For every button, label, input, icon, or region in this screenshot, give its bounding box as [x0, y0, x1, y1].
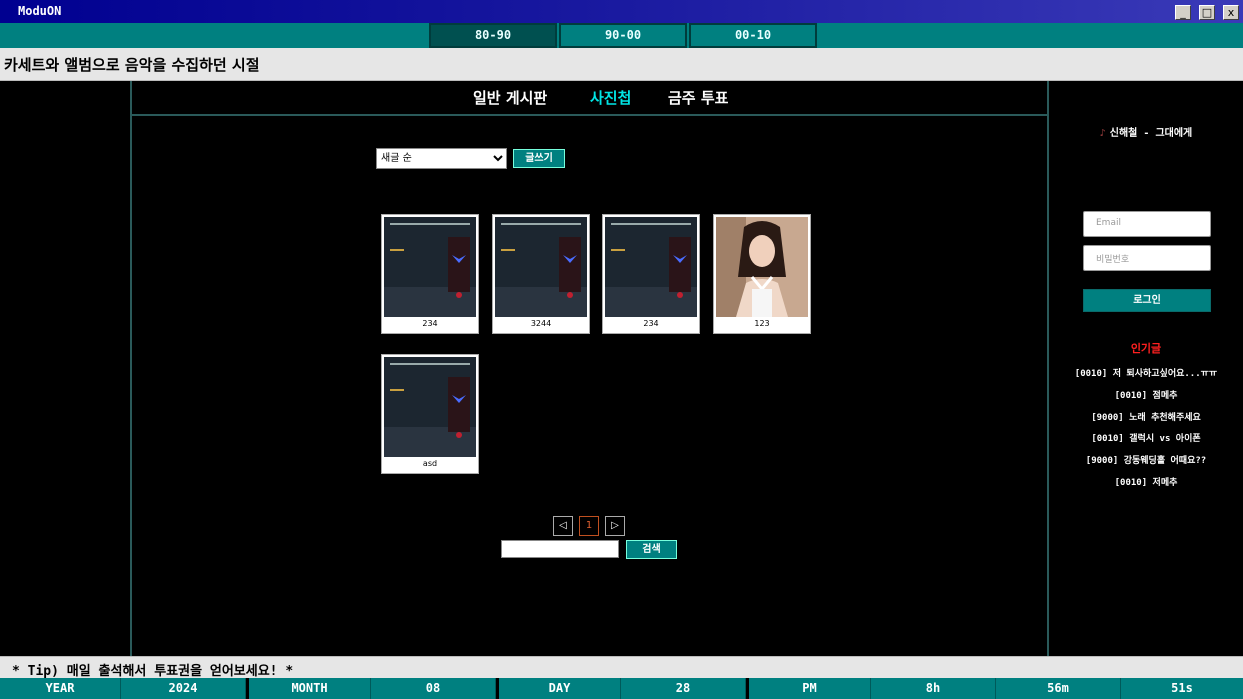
photo-caption: 234 [643, 319, 659, 328]
write-button[interactable]: 글쓰기 [513, 149, 565, 168]
main-content: 일반 게시판 사진첩 금주 투표 새글 순 글쓰기 234 3244 234 1… [130, 81, 1049, 656]
photo-card[interactable]: 3244 [492, 214, 590, 334]
photo-caption: 123 [754, 319, 770, 328]
minute-value: 56m [996, 678, 1121, 699]
window-title: ModuON [18, 4, 62, 18]
year-value: 2024 [121, 678, 246, 699]
popular-post-link[interactable]: [9000] 강동웨딩홀 어때요?? [1049, 453, 1243, 466]
now-playing: ♪ 신해철 - 그대에게 [1049, 124, 1243, 139]
day-label: DAY [499, 678, 621, 699]
window-title-bar: ModuON _ □ x [0, 0, 1243, 23]
now-playing-text: 신해철 - 그대에게 [1109, 128, 1193, 139]
board-nav: 일반 게시판 사진첩 금주 투표 [132, 81, 1047, 116]
search-button[interactable]: 검색 [626, 540, 677, 559]
email-field[interactable]: Email [1083, 211, 1211, 237]
month-label: MONTH [249, 678, 371, 699]
thumbnail-portrait-photo [716, 217, 808, 317]
thumbnail-game-screenshot [384, 217, 476, 317]
sort-select[interactable]: 새글 순 [376, 148, 507, 169]
close-button[interactable]: x [1223, 5, 1239, 20]
era-tab-bar: 80-90 90-00 00-10 [0, 23, 1243, 48]
thumbnail-game-screenshot [495, 217, 587, 317]
second-value: 51s [1171, 681, 1193, 695]
nav-general-board[interactable]: 일반 게시판 [473, 87, 547, 108]
maximize-button[interactable]: □ [1199, 5, 1215, 20]
page-subtitle: 카세트와 앨범으로 음악을 수집하던 시절 [4, 56, 260, 74]
popular-posts-title: 인기글 [1130, 342, 1162, 355]
subtitle-bar: 카세트와 앨범으로 음악을 수집하던 시절 [0, 48, 1243, 81]
photo-card[interactable]: 234 [381, 214, 479, 334]
music-note-icon: ♪ [1099, 128, 1106, 139]
tab-era-90-00[interactable]: 90-00 [559, 23, 687, 48]
photo-caption: asd [422, 459, 438, 468]
popular-post-link[interactable]: [0010] 저메추 [1049, 475, 1243, 488]
nav-weekly-vote[interactable]: 금주 투표 [668, 87, 728, 108]
thumbnail-game-screenshot [384, 357, 476, 457]
nav-photo-album[interactable]: 사진첩 [590, 87, 631, 108]
page-number-current[interactable]: 1 [579, 516, 599, 536]
popular-post-link[interactable]: [0010] 갤럭시 vs 아이폰 [1049, 431, 1243, 444]
day-value: 28 [621, 678, 746, 699]
tab-era-80-90[interactable]: 80-90 [429, 23, 557, 48]
ampm-value: PM [749, 678, 871, 699]
popular-post-link[interactable]: [0010] 점메추 [1049, 388, 1243, 401]
tip-text: * Tip) 매일 출석해서 투표권을 얻어보세요! * [12, 664, 294, 679]
minimize-button[interactable]: _ [1175, 5, 1191, 20]
search-input[interactable] [501, 540, 619, 558]
left-column [0, 81, 130, 656]
login-button[interactable]: 로그인 [1083, 289, 1211, 312]
thumbnail-game-screenshot [605, 217, 697, 317]
tab-era-00-10[interactable]: 00-10 [689, 23, 817, 48]
tip-bar: * Tip) 매일 출석해서 투표권을 얻어보세요! * [0, 656, 1243, 679]
popular-post-link[interactable]: [9000] 노래 추천해주세요 [1049, 410, 1243, 423]
photo-card[interactable]: 123 [713, 214, 811, 334]
month-value: 08 [371, 678, 496, 699]
next-page-button[interactable]: ▷ [605, 516, 625, 536]
prev-page-button[interactable]: ◁ [553, 516, 573, 536]
photo-card[interactable]: 234 [602, 214, 700, 334]
status-bar: YEAR 2024 MONTH 08 DAY 28 PM 8h 56m 51s [0, 678, 1243, 699]
year-label: YEAR [0, 678, 121, 699]
photo-caption: 234 [422, 319, 438, 328]
photo-card[interactable]: asd [381, 354, 479, 474]
password-field[interactable]: 비밀번호 [1083, 245, 1211, 271]
hour-value: 8h [871, 678, 996, 699]
photo-caption: 3244 [530, 319, 552, 328]
popular-post-link[interactable]: [0010] 저 퇴사하고싶어요...ㅠㅠ [1049, 366, 1243, 379]
right-sidebar: ♪ 신해철 - 그대에게 Email 비밀번호 로그인 인기글 [0010] 저 … [1049, 81, 1243, 656]
